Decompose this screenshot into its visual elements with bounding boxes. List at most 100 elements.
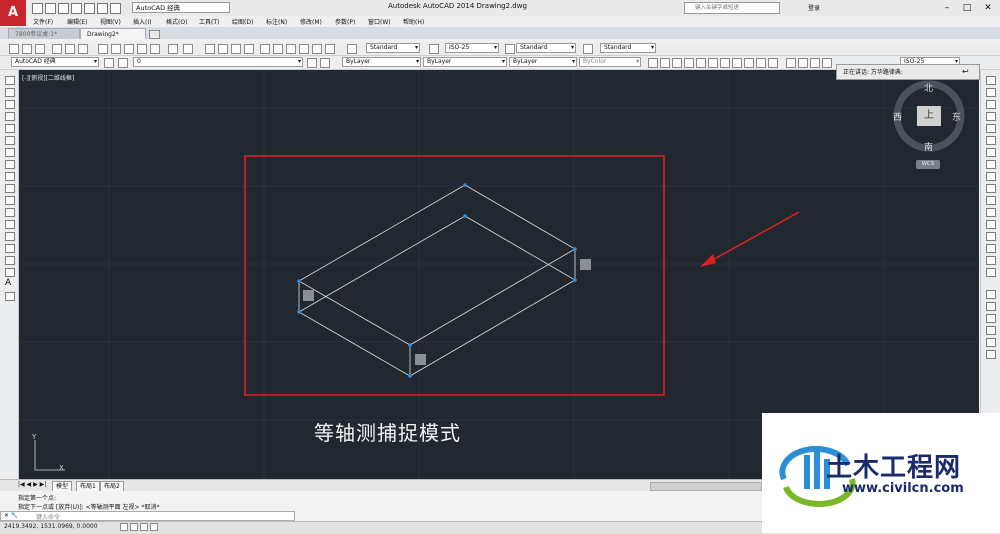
construction-line-icon[interactable]	[5, 88, 15, 97]
menu-window[interactable]: 窗口(W)	[368, 17, 391, 26]
plotstyle-select[interactable]: ByColor	[579, 57, 641, 67]
ellipse-tool-icon[interactable]	[5, 184, 15, 193]
dim-edit-icon[interactable]	[822, 58, 832, 68]
menu-file[interactable]: 文件(F)	[33, 17, 53, 26]
mleader-style-select[interactable]: Standard	[600, 43, 656, 53]
make-current-icon[interactable]	[307, 58, 317, 68]
arc-length-icon[interactable]	[672, 58, 682, 68]
command-input[interactable]: 键入命令	[36, 512, 60, 521]
linear-dim-icon[interactable]	[648, 58, 658, 68]
viewcube-east[interactable]: 东	[952, 110, 961, 123]
linetype-select[interactable]: ByLayer	[423, 57, 507, 67]
menu-format[interactable]: 格式(O)	[166, 17, 187, 26]
save-as-icon[interactable]	[71, 3, 82, 14]
text-front-icon[interactable]	[986, 350, 996, 359]
tool-palettes-icon[interactable]	[286, 44, 296, 54]
horizontal-scrollbar[interactable]	[650, 482, 762, 491]
array-tool-icon[interactable]	[986, 124, 996, 133]
markup-icon[interactable]	[312, 44, 322, 54]
infer-constraints-icon[interactable]	[120, 523, 128, 531]
gradient-tool-icon[interactable]	[5, 256, 15, 265]
mtext-tool-icon[interactable]: A	[5, 279, 13, 288]
table-style-select[interactable]: Standard	[516, 43, 576, 53]
match-properties-icon[interactable]	[137, 44, 147, 54]
grid-display-icon[interactable]	[140, 523, 148, 531]
publish-icon[interactable]	[78, 44, 88, 54]
wcs-menu[interactable]: WCS	[916, 160, 940, 169]
menu-dimension[interactable]: 标注(N)	[266, 17, 287, 26]
zoom-previous-icon[interactable]	[244, 44, 254, 54]
hatch-tool-icon[interactable]	[5, 244, 15, 253]
menu-help[interactable]: 帮助(H)	[403, 17, 424, 26]
diameter-dim-icon[interactable]	[720, 58, 730, 68]
properties-icon[interactable]	[260, 44, 270, 54]
menu-view[interactable]: 视图(V)	[100, 17, 121, 26]
polyline-tool-icon[interactable]	[5, 100, 15, 109]
menu-tools[interactable]: 工具(T)	[199, 17, 219, 26]
zoom-realtime-icon[interactable]	[218, 44, 228, 54]
open-icon[interactable]	[22, 44, 32, 54]
color-select[interactable]: ByLayer	[342, 57, 421, 67]
insert-block-icon[interactable]	[5, 208, 15, 217]
ortho-mode-icon[interactable]	[150, 523, 158, 531]
angular-dim-icon[interactable]	[732, 58, 742, 68]
pan-icon[interactable]	[205, 44, 215, 54]
lineweight-select[interactable]: ByLayer	[509, 57, 577, 67]
open-file-icon[interactable]	[45, 3, 56, 14]
break-at-point-icon[interactable]	[986, 208, 996, 217]
tolerance-icon[interactable]	[786, 58, 796, 68]
block-editor-icon[interactable]	[150, 44, 160, 54]
continue-dim-icon[interactable]	[768, 58, 778, 68]
dim-style-select[interactable]: ISO-25	[445, 43, 499, 53]
explode-tool-icon[interactable]	[986, 268, 996, 277]
copy-tool-icon[interactable]	[986, 88, 996, 97]
qnew-icon[interactable]	[9, 44, 19, 54]
radius-dim-icon[interactable]	[696, 58, 706, 68]
send-back-icon[interactable]	[986, 314, 996, 323]
layer-properties-icon[interactable]	[118, 58, 128, 68]
layer-select[interactable]: 0	[133, 57, 303, 67]
arc-tool-icon[interactable]	[5, 136, 15, 145]
close-icon[interactable]: ✕	[977, 0, 999, 16]
viewcube-top-face[interactable]: 上	[917, 106, 941, 126]
menu-parametric[interactable]: 参数(P)	[335, 17, 355, 26]
quick-dim-icon[interactable]	[744, 58, 754, 68]
dim-style-icon[interactable]	[429, 44, 439, 54]
revision-cloud-icon[interactable]	[5, 160, 15, 169]
chamfer-tool-icon[interactable]	[986, 244, 996, 253]
ordinate-dim-icon[interactable]	[684, 58, 694, 68]
extend-tool-icon[interactable]	[986, 196, 996, 205]
rotate-tool-icon[interactable]	[986, 148, 996, 157]
center-mark-icon[interactable]	[798, 58, 808, 68]
text-style-select[interactable]: Standard	[366, 43, 420, 53]
draw-order-icon[interactable]	[986, 290, 996, 299]
viewcube-west[interactable]: 西	[893, 110, 902, 123]
layer-previous-icon[interactable]	[320, 58, 330, 68]
tooltip-back-icon[interactable]: ↩	[962, 67, 969, 76]
viewcube-south[interactable]: 南	[924, 140, 933, 153]
paste-icon[interactable]	[124, 44, 134, 54]
aligned-dim-icon[interactable]	[660, 58, 670, 68]
command-close-icon[interactable]: ✕ 🔧	[4, 512, 18, 519]
send-under-icon[interactable]	[986, 338, 996, 347]
new-tab-icon[interactable]	[149, 30, 160, 39]
mirror-tool-icon[interactable]	[986, 100, 996, 109]
line-tool-icon[interactable]	[5, 76, 15, 85]
add-selected-icon[interactable]	[5, 292, 15, 301]
undo-toolbar-icon[interactable]	[168, 44, 178, 54]
trim-tool-icon[interactable]	[986, 184, 996, 193]
tab-7800[interactable]: 7800参议桌:1*	[8, 28, 80, 39]
workspace-select-2[interactable]: AutoCAD 经典	[11, 57, 99, 67]
break-tool-icon[interactable]	[986, 220, 996, 229]
zoom-window-icon[interactable]	[231, 44, 241, 54]
calculator-icon[interactable]	[325, 44, 335, 54]
baseline-dim-icon[interactable]	[756, 58, 766, 68]
circle-tool-icon[interactable]	[5, 148, 15, 157]
jogged-dim-icon[interactable]	[708, 58, 718, 68]
plot-icon[interactable]	[52, 44, 62, 54]
erase-tool-icon[interactable]	[986, 76, 996, 85]
save-icon[interactable]	[58, 3, 69, 14]
menu-modify[interactable]: 修改(M)	[300, 17, 322, 26]
offset-tool-icon[interactable]	[986, 112, 996, 121]
menu-edit[interactable]: 编辑(E)	[67, 17, 87, 26]
